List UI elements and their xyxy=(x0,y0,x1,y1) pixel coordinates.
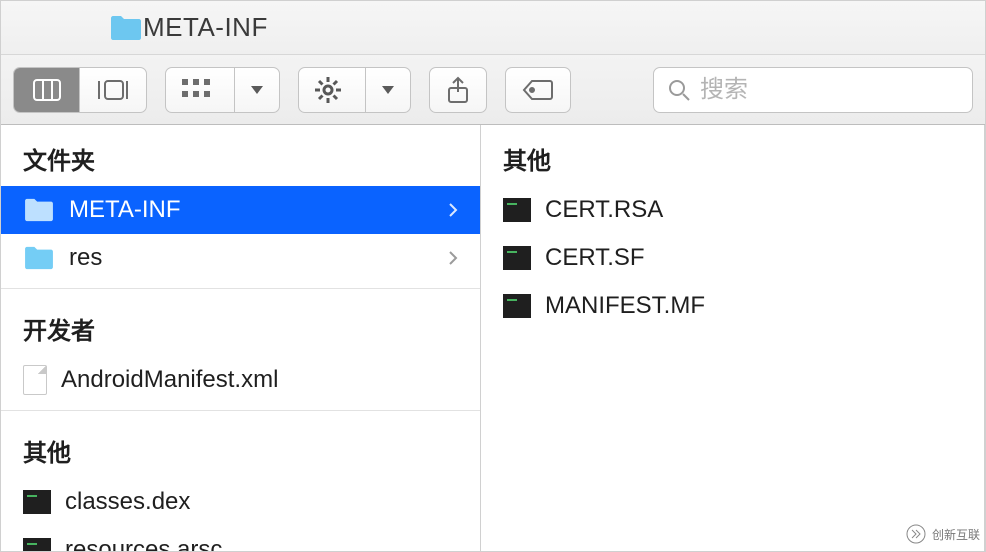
file-icon xyxy=(23,365,47,395)
item-label: META-INF xyxy=(69,196,181,224)
icon-view-icon xyxy=(33,79,61,101)
list-item[interactable]: AndroidManifest.xml xyxy=(1,356,480,404)
list-item[interactable]: CERT.RSA xyxy=(481,186,984,234)
list-item[interactable]: CERT.SF xyxy=(481,234,984,282)
list-item[interactable]: MANIFEST.MF xyxy=(481,282,984,330)
share-button[interactable] xyxy=(429,67,487,113)
item-label: CERT.SF xyxy=(545,244,645,272)
gear-icon xyxy=(315,77,341,103)
grid-icon xyxy=(182,79,210,101)
tag-icon xyxy=(522,79,554,101)
arrange-button[interactable] xyxy=(165,67,280,113)
item-label: classes.dex xyxy=(65,488,190,516)
item-label: MANIFEST.MF xyxy=(545,292,705,320)
chevron-down-icon xyxy=(251,86,263,94)
search-input[interactable] xyxy=(700,76,958,104)
view-mode-segment xyxy=(13,67,147,113)
list-item[interactable]: META-INF xyxy=(1,186,480,234)
exec-icon xyxy=(23,538,51,551)
search-field[interactable] xyxy=(653,67,973,113)
divider xyxy=(1,288,480,289)
item-label: resources.arsc xyxy=(65,536,222,551)
actions-button[interactable] xyxy=(298,67,411,113)
column-right[interactable]: 其他 CERT.RSA CERT.SF MANIFEST.MF xyxy=(481,125,985,551)
section-header: 其他 xyxy=(481,125,984,186)
exec-icon xyxy=(23,490,51,514)
section-header: 开发者 xyxy=(1,295,480,356)
list-view-icon xyxy=(97,79,129,101)
item-label: AndroidManifest.xml xyxy=(61,366,278,394)
titlebar: META-INF xyxy=(1,1,985,55)
chevron-right-icon xyxy=(448,202,458,218)
exec-icon xyxy=(503,294,531,318)
list-item[interactable]: resources.arsc xyxy=(1,526,480,551)
divider xyxy=(1,410,480,411)
folder-icon xyxy=(109,14,143,42)
chevron-right-icon xyxy=(448,250,458,266)
list-item[interactable]: res xyxy=(1,234,480,282)
view-icon-mode-button[interactable] xyxy=(14,68,80,112)
section-header: 其他 xyxy=(1,417,480,478)
share-icon xyxy=(446,76,470,104)
tags-button[interactable] xyxy=(505,67,571,113)
exec-icon xyxy=(503,246,531,270)
section-header: 文件夹 xyxy=(1,125,480,186)
exec-icon xyxy=(503,198,531,222)
view-list-mode-button[interactable] xyxy=(80,68,146,112)
item-label: CERT.RSA xyxy=(545,196,663,224)
item-label: res xyxy=(69,244,102,272)
watermark: 创新互联 xyxy=(906,524,980,544)
column-left[interactable]: 文件夹 META-INF res 开发者 AndroidManifest.xml 其他 cl… xyxy=(1,125,481,551)
chevron-down-icon xyxy=(382,86,394,94)
window-title: META-INF xyxy=(143,12,268,43)
toolbar xyxy=(1,55,985,125)
list-item[interactable]: classes.dex xyxy=(1,478,480,526)
column-view: 文件夹 META-INF res 开发者 AndroidManifest.xml 其他 cl… xyxy=(1,125,985,551)
finder-window: META-INF xyxy=(0,0,986,552)
search-icon xyxy=(668,79,690,101)
